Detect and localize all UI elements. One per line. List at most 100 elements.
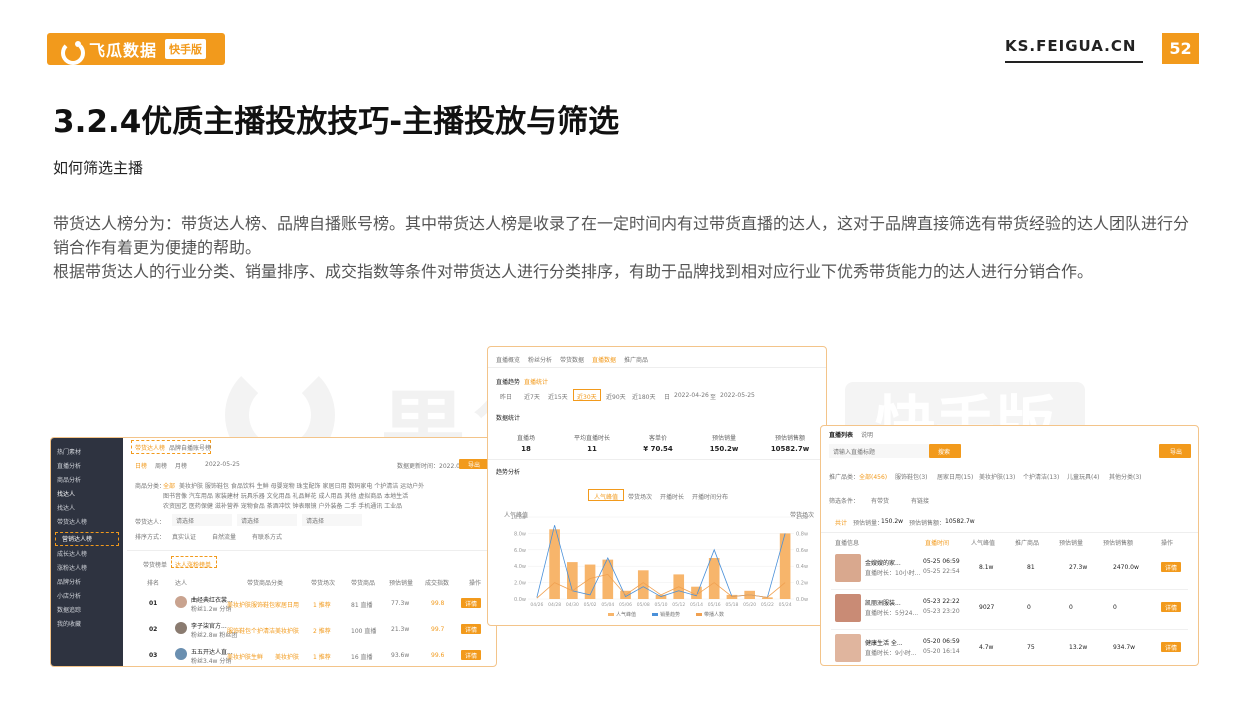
- check-verified[interactable]: 真实认证: [172, 532, 196, 541]
- detail-button[interactable]: 详情: [461, 624, 481, 634]
- row-start: 05-25 06:59: [923, 558, 960, 565]
- row-goods: 0: [1027, 604, 1031, 611]
- filter-has-goods[interactable]: 有带货: [871, 496, 889, 505]
- range-180d[interactable]: 近180天: [632, 392, 655, 401]
- row-title[interactable]: 金嫂嫂的家...: [865, 558, 901, 567]
- select-2[interactable]: 请选择: [237, 514, 297, 526]
- tab-fans[interactable]: 粉丝分析: [528, 355, 552, 364]
- row-rank: 03: [149, 652, 158, 659]
- date-picker[interactable]: 2022-05-25: [205, 461, 240, 468]
- table-row: 01 曲经典红衣裳... 粉丝1.2w 分销 美妆护肤 服饰鞋包 家居日用 1 …: [127, 590, 496, 616]
- col-time[interactable]: 直播时间: [925, 538, 949, 547]
- bar: [637, 570, 649, 599]
- category-row[interactable]: 图书音像 汽车用品 家装建材 玩具乐器 文化用品 礼品鲜花 成人用品 其他 虚拟…: [163, 491, 408, 500]
- chart-tab-time-dist[interactable]: 开播时间分布: [692, 492, 728, 501]
- select-3[interactable]: 请选择: [302, 514, 362, 526]
- site-url[interactable]: KS.FEIGUA.CN: [1005, 37, 1136, 55]
- detail-button[interactable]: 详情: [461, 650, 481, 660]
- search-input[interactable]: 请输入直播标题: [829, 444, 929, 458]
- range-30d[interactable]: 近30天: [577, 392, 597, 401]
- row-title[interactable]: 凯丽洲服装...: [865, 598, 901, 607]
- sidebar-item[interactable]: 数据追踪: [51, 604, 123, 618]
- date-from[interactable]: 2022-04-26: [674, 392, 709, 399]
- chart-tab-duration[interactable]: 开播时长: [660, 492, 684, 501]
- y-tick-label: 4.0w: [514, 564, 526, 570]
- category-item[interactable]: 个护清洁(13): [1023, 472, 1059, 481]
- period-week[interactable]: 周榜: [155, 461, 167, 470]
- divider: [488, 459, 826, 460]
- list-tab-growth[interactable]: 达人涨粉榜单: [175, 560, 211, 569]
- check-contact[interactable]: 有联系方式: [252, 532, 282, 541]
- search-button[interactable]: 搜索: [929, 444, 961, 458]
- sidebar-item[interactable]: 找达人: [51, 502, 123, 516]
- sidebar-item[interactable]: 商品分析: [51, 474, 123, 488]
- sidebar-item[interactable]: 找达人: [51, 488, 123, 502]
- export-button[interactable]: 导出: [459, 459, 489, 469]
- col-sales[interactable]: 预估销量: [1059, 538, 1083, 547]
- legend-swatch: [696, 613, 702, 616]
- sidebar-item[interactable]: 涨粉达人榜: [51, 562, 123, 576]
- filter-row-label: 排序方式：: [135, 534, 166, 541]
- list-tab-sales[interactable]: 带货榜单: [143, 560, 167, 569]
- table-row: 02 李子柒官方... 粉丝2.8w 粉丝团 服饰鞋包 个护清洁 美妆护肤 2 …: [127, 616, 496, 642]
- filter-all[interactable]: 全部: [163, 481, 175, 490]
- row-tag: 服饰鞋包: [251, 602, 276, 609]
- category-item[interactable]: 服饰鞋包(3): [895, 472, 928, 481]
- category-row[interactable]: 农资园艺 医药保健 滋补营养 宠物食品 茶酒冲饮 钟表眼镜 户外装备 二手 手机…: [163, 501, 402, 510]
- page-number: 52: [1162, 33, 1199, 64]
- row-tag: 美妆护肤: [227, 654, 252, 661]
- chart-tab-peak[interactable]: 人气峰值: [594, 492, 618, 501]
- detail-button[interactable]: 详情: [1161, 602, 1181, 612]
- row-goods: 75: [1027, 644, 1035, 651]
- list-header-note[interactable]: 说明: [861, 430, 873, 439]
- range-15d[interactable]: 近15天: [548, 392, 568, 401]
- period-month[interactable]: 月榜: [175, 461, 187, 470]
- category-item[interactable]: 美妆护肤(13): [979, 472, 1015, 481]
- sidebar-item[interactable]: 成长达人榜: [51, 548, 123, 562]
- avatar: [175, 622, 187, 634]
- category-item[interactable]: 儿童玩具(4): [1067, 472, 1100, 481]
- check-natural[interactable]: 自然流量: [212, 532, 236, 541]
- row-name[interactable]: 李子柒官方...: [191, 621, 227, 630]
- tab-sales[interactable]: 带货数据: [560, 355, 584, 364]
- row-index: 99.7: [431, 626, 445, 633]
- sidebar-item[interactable]: 品牌分析: [51, 576, 123, 590]
- period-day[interactable]: 日榜: [135, 461, 147, 470]
- screenshot-talent-ranking: 热门素材 直播分析 商品分析 找达人 找达人 带货达人榜 营销达人榜 成长达人榜…: [50, 437, 497, 667]
- tab-talent-ranking[interactable]: 带货达人榜: [135, 443, 165, 452]
- detail-button[interactable]: 详情: [461, 598, 481, 608]
- category-item[interactable]: 居家日用(15): [937, 472, 973, 481]
- tab-overview[interactable]: 直播概览: [496, 355, 520, 364]
- y-tick-label: 6.0w: [514, 548, 526, 554]
- select-1[interactable]: 请选择: [172, 514, 232, 526]
- sidebar-item[interactable]: 热门素材: [51, 446, 123, 460]
- sidebar-item[interactable]: 小店分析: [51, 590, 123, 604]
- tab-live-data[interactable]: 直播数据: [592, 355, 616, 364]
- kpi-sessions: 直播场 18: [516, 435, 535, 453]
- date-to[interactable]: 2022-05-25: [720, 392, 755, 399]
- category-row[interactable]: 美妆护肤 服饰鞋包 食品饮料 生鲜 母婴宠物 珠宝配饰 家居日用 数码家电 个护…: [179, 481, 424, 490]
- chart-tab-sessions[interactable]: 带货场次: [628, 492, 652, 501]
- detail-button[interactable]: 详情: [1161, 562, 1181, 572]
- tab-promo-goods[interactable]: 推广商品: [624, 355, 648, 364]
- category-all[interactable]: 全部(456): [859, 472, 887, 481]
- col-peak[interactable]: 人气峰值: [971, 538, 995, 547]
- slide-subtitle: 如何筛选主播: [53, 159, 144, 177]
- brand-logo[interactable]: 飞瓜数据 快手版: [47, 33, 225, 65]
- row-title[interactable]: 健康生活 全...: [865, 638, 903, 647]
- bar: [567, 562, 578, 599]
- col-revenue[interactable]: 预估销售额: [1103, 538, 1133, 547]
- range-90d[interactable]: 近90天: [606, 392, 626, 401]
- sidebar-item-selected[interactable]: 营销达人榜: [55, 532, 119, 546]
- sidebar-item[interactable]: 我的收藏: [51, 618, 123, 632]
- sidebar-item[interactable]: 直播分析: [51, 460, 123, 474]
- range-7d[interactable]: 近7天: [524, 392, 540, 401]
- filter-has-link[interactable]: 有链接: [911, 496, 929, 505]
- col-goods[interactable]: 推广商品: [1015, 538, 1039, 547]
- export-button[interactable]: 导出: [1159, 444, 1191, 458]
- sidebar-item[interactable]: 带货达人榜: [51, 516, 123, 530]
- tab-brand-self[interactable]: 品牌自播账号榜: [169, 443, 211, 452]
- detail-button[interactable]: 详情: [1161, 642, 1181, 652]
- category-item[interactable]: 其他分类(3): [1109, 472, 1142, 481]
- range-yesterday[interactable]: 昨日: [500, 392, 512, 401]
